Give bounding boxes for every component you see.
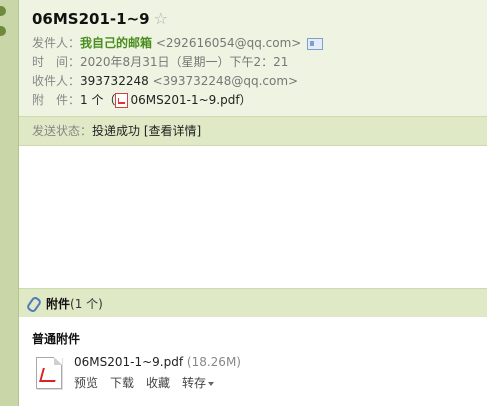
recipient-name[interactable]: 393732248 bbox=[80, 74, 149, 88]
attachments-bar: 附件(1 个) bbox=[19, 288, 487, 317]
favorite-link[interactable]: 收藏 bbox=[146, 376, 170, 390]
download-link[interactable]: 下载 bbox=[110, 376, 134, 390]
paperclip-icon bbox=[25, 295, 43, 314]
send-status-label: 发送状态： bbox=[32, 124, 93, 138]
time-label: 时 间： bbox=[32, 55, 81, 69]
attachments-title: 附件(1 个) bbox=[46, 295, 103, 312]
attachments-count: (1 个) bbox=[70, 297, 103, 311]
attachment-count: 1 个（ bbox=[80, 93, 116, 107]
attachment-file-size: (18.26M) bbox=[186, 355, 241, 369]
view-details-link[interactable]: [查看详情] bbox=[144, 124, 201, 138]
from-row: 发件人：我自己的邮箱 <292616054@qq.com> bbox=[32, 34, 324, 52]
attachment-close-paren: ） bbox=[239, 93, 252, 107]
sender-email: <292616054@qq.com> bbox=[155, 36, 302, 50]
preview-link[interactable]: 预览 bbox=[74, 376, 98, 390]
attachment-label: 附 件： bbox=[32, 93, 81, 107]
contact-card-icon[interactable] bbox=[307, 37, 324, 50]
mail-header: 06MS201-1~9 ☆ 发件人：我自己的邮箱 <292616054@qq.co… bbox=[19, 0, 487, 116]
to-label: 收件人： bbox=[32, 74, 81, 88]
forward-menu[interactable]: 转存 bbox=[182, 376, 215, 390]
sidebar-collapse-handle[interactable] bbox=[0, 26, 6, 36]
attachment-actions: 预览 下载 收藏 转存 bbox=[74, 374, 226, 391]
recipient-email: <393732248@qq.com> bbox=[152, 74, 299, 88]
forward-label: 转存 bbox=[182, 376, 207, 390]
time-row: 时 间：2020年8月31日（星期一）下午2：21 bbox=[32, 53, 288, 71]
attachment-file-name[interactable]: 06MS201-1~9.pdf bbox=[74, 355, 183, 369]
subject-text: 06MS201-1~9 bbox=[32, 10, 150, 28]
star-icon[interactable]: ☆ bbox=[154, 9, 168, 28]
send-status-bar: 发送状态：投递成功 [查看详情] bbox=[19, 116, 487, 146]
attachments-panel: 普通附件 06MS201-1~9.pdf (18.26M) 预览 下载 收藏 转存 bbox=[19, 317, 487, 406]
to-row: 收件人：393732248 <393732248@qq.com> bbox=[32, 72, 298, 90]
pdf-document-icon[interactable] bbox=[36, 357, 62, 389]
mail-subject: 06MS201-1~9 ☆ bbox=[32, 9, 168, 28]
chevron-down-icon bbox=[208, 381, 215, 386]
acrobat-mark bbox=[39, 368, 59, 382]
pdf-file-icon bbox=[115, 93, 129, 108]
send-status-row: 发送状态：投递成功 [查看详情] bbox=[32, 122, 201, 140]
attachments-heading: 附件 bbox=[46, 297, 71, 311]
page-fold bbox=[54, 357, 62, 365]
time-value: 2020年8月31日（星期一）下午2：21 bbox=[80, 55, 289, 69]
left-sidebar-edge bbox=[0, 0, 19, 406]
from-label: 发件人： bbox=[32, 36, 81, 50]
attachment-link[interactable]: 06MS201-1~9.pdf bbox=[130, 93, 239, 107]
attachment-group-title: 普通附件 bbox=[32, 332, 81, 346]
attachment-row: 附 件：1 个（ 06MS201-1~9.pdf） bbox=[32, 91, 252, 109]
sidebar-collapse-handle[interactable] bbox=[0, 6, 6, 16]
sender-name[interactable]: 我自己的邮箱 bbox=[80, 36, 152, 50]
attachment-file: 06MS201-1~9.pdf (18.26M) bbox=[74, 355, 241, 369]
send-status-value: 投递成功 bbox=[92, 124, 141, 138]
